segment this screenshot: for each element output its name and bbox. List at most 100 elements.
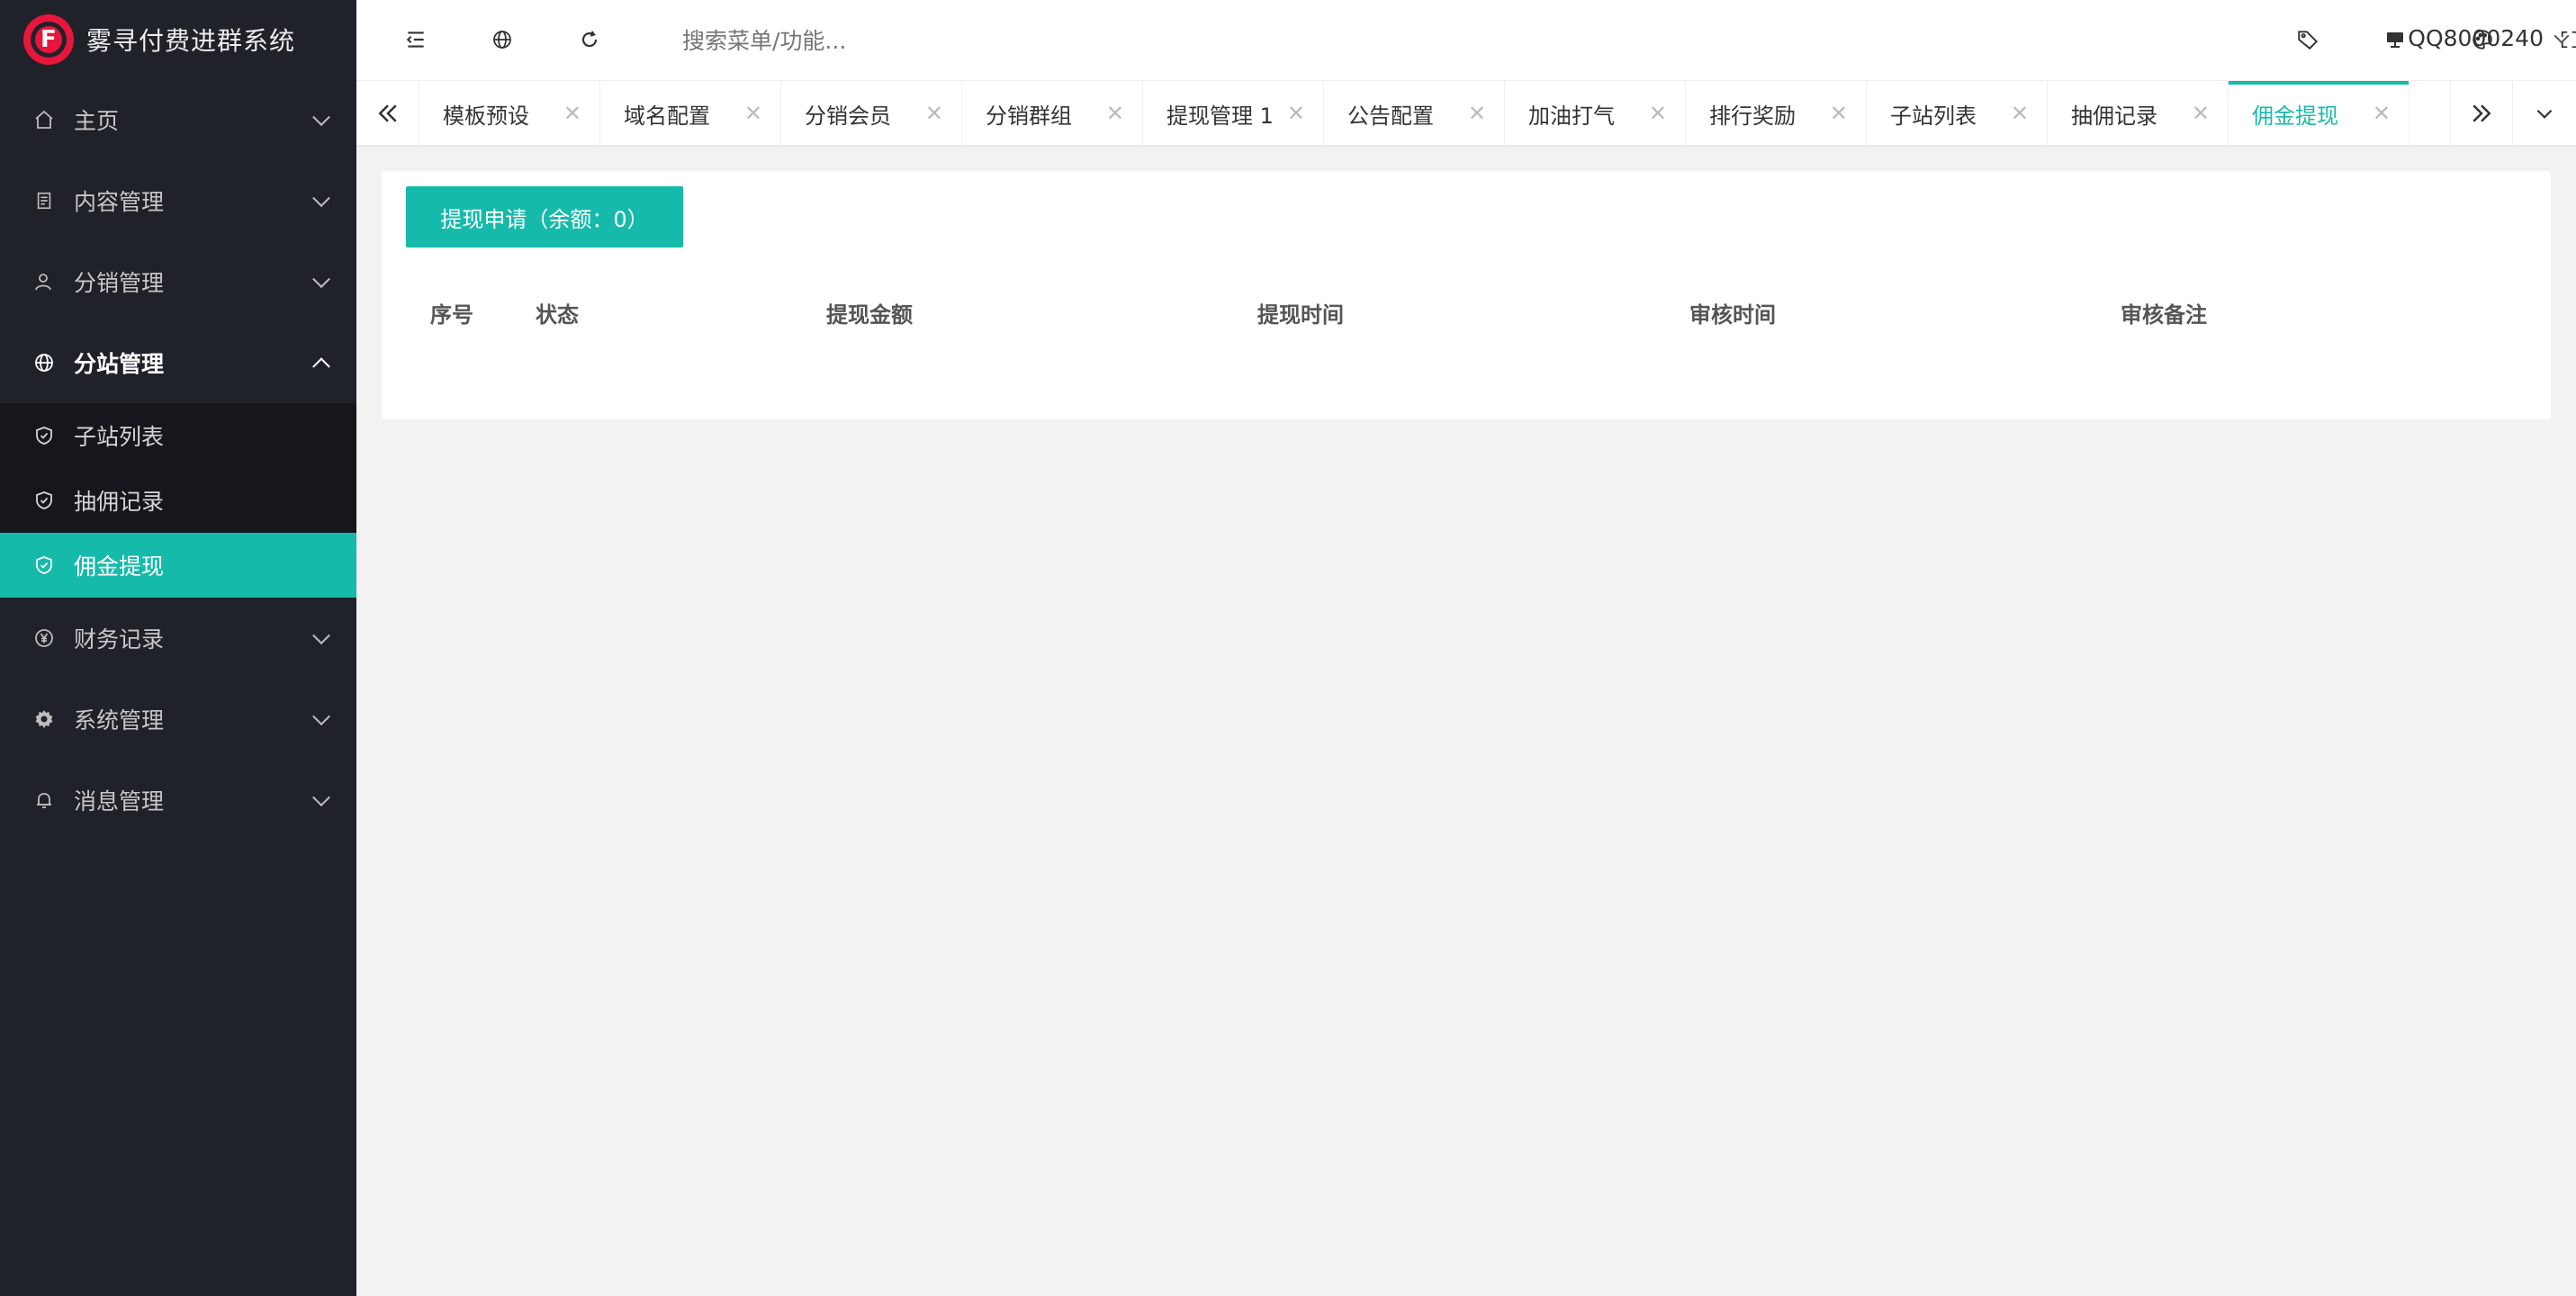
tab-label: 佣金提现 xyxy=(2252,103,2338,129)
tab-commission-record[interactable]: 抽佣记录 ✕ xyxy=(2048,81,2229,146)
tab-template-preset[interactable]: 模板预设 ✕ xyxy=(419,81,600,146)
tab-label: 子站列表 xyxy=(1890,103,1977,129)
bell-icon xyxy=(32,788,56,812)
tab-distribution-member[interactable]: 分销会员 ✕ xyxy=(781,81,962,146)
tabs-menu-chevron-down-icon[interactable] xyxy=(2513,81,2576,146)
chevron-down-icon xyxy=(312,189,330,208)
shield-check-icon xyxy=(32,554,56,577)
globe-icon[interactable] xyxy=(486,23,518,56)
yen-icon xyxy=(32,626,56,650)
sidebar: F 雾寻付费进群系统 主页 内容管理 分销管理 分站管理 子站列表 抽佣记录 佣… xyxy=(0,0,356,1296)
close-icon[interactable]: ✕ xyxy=(2192,101,2210,126)
chevron-down-icon xyxy=(2553,28,2570,43)
menu-fold-icon[interactable] xyxy=(400,23,432,56)
column-header-review-time[interactable]: 审核时间 xyxy=(1689,297,1776,328)
tag-icon[interactable] xyxy=(2292,23,2324,56)
user-menu[interactable]: QQ8000240 xyxy=(2408,25,2570,51)
sidebar-item-distribution[interactable]: 分销管理 xyxy=(0,241,356,322)
globe-icon xyxy=(32,351,56,374)
table-header: 序号 状态 提现金额 提现时间 审核时间 审核备注 xyxy=(382,297,2551,337)
content-card: 提现申请（余额：0） 序号 状态 提现金额 提现时间 审核时间 审核备注 xyxy=(382,171,2551,419)
sidebar-item-label: 佣金提现 xyxy=(74,554,165,580)
sidebar-item-commission-withdraw[interactable]: 佣金提现 xyxy=(0,533,356,598)
sidebar-item-label: 内容管理 xyxy=(74,189,165,215)
withdraw-apply-button[interactable]: 提现申请（余额：0） xyxy=(406,186,683,248)
sidebar-item-label: 分站管理 xyxy=(74,351,165,377)
sidebar-item-label: 抽佣记录 xyxy=(74,489,165,515)
search-input[interactable] xyxy=(682,23,1132,58)
brand-logo-icon: F xyxy=(23,14,74,65)
shield-check-icon xyxy=(32,424,56,447)
tab-distribution-group[interactable]: 分销群组 ✕ xyxy=(962,81,1143,146)
column-header-review-note[interactable]: 审核备注 xyxy=(2121,297,2207,328)
sidebar-item-finance[interactable]: 财务记录 xyxy=(0,598,356,679)
sidebar-item-label: 主页 xyxy=(74,108,120,134)
sidebar-item-label: 消息管理 xyxy=(74,788,165,814)
tab-cheer[interactable]: 加油打气 ✕ xyxy=(1505,81,1686,146)
tab-label: 分销会员 xyxy=(805,103,891,129)
close-icon[interactable]: ✕ xyxy=(1106,101,1124,126)
monitor-icon[interactable] xyxy=(2379,23,2411,56)
tab-strip: 模板预设 ✕ 域名配置 ✕ 分销会员 ✕ 分销群组 ✕ 提现管理 1 ✕ 公告配置 ✕ 加油… xyxy=(419,81,2409,146)
tab-withdraw-manage[interactable]: 提现管理 1 ✕ xyxy=(1143,81,1324,146)
tab-label: 模板预设 xyxy=(443,103,529,129)
column-header-withdraw-time[interactable]: 提现时间 xyxy=(1257,297,1344,328)
page-tabs: 模板预设 ✕ 域名配置 ✕ 分销会员 ✕ 分销群组 ✕ 提现管理 1 ✕ 公告配置 ✕ 加油… xyxy=(356,81,2576,146)
chevron-down-icon xyxy=(312,270,330,289)
close-icon[interactable]: ✕ xyxy=(925,101,943,126)
sidebar-item-message[interactable]: 消息管理 xyxy=(0,760,356,841)
chevron-down-icon xyxy=(312,108,330,127)
chevron-down-icon xyxy=(312,788,330,807)
tab-label: 加油打气 xyxy=(1528,103,1615,129)
tab-label: 提现管理 1 xyxy=(1166,103,1274,129)
app-title: 雾寻付费进群系统 xyxy=(86,26,296,56)
substation-submenu: 子站列表 抽佣记录 佣金提现 xyxy=(0,403,356,598)
sidebar-item-substation[interactable]: 分站管理 xyxy=(0,322,356,403)
logo[interactable]: F 雾寻付费进群系统 xyxy=(0,0,356,79)
top-header: QQ8000240 xyxy=(356,0,2576,81)
sidebar-item-content[interactable]: 内容管理 xyxy=(0,160,356,241)
close-icon[interactable]: ✕ xyxy=(1468,101,1486,126)
sidebar-item-commission-record[interactable]: 抽佣记录 xyxy=(0,468,356,533)
tabs-scroll-left-icon[interactable] xyxy=(356,81,419,146)
sidebar-menu: 主页 内容管理 分销管理 分站管理 子站列表 抽佣记录 佣金提现 财务记录 系统… xyxy=(0,79,356,841)
close-icon[interactable]: ✕ xyxy=(1830,101,1848,126)
column-header-index[interactable]: 序号 xyxy=(430,297,473,328)
shield-check-icon xyxy=(32,489,56,512)
tab-rank-reward[interactable]: 排行奖励 ✕ xyxy=(1686,81,1867,146)
tab-label: 排行奖励 xyxy=(1709,103,1796,129)
document-icon xyxy=(32,189,56,212)
gear-icon xyxy=(32,707,56,731)
close-icon[interactable]: ✕ xyxy=(1649,101,1667,126)
chevron-down-icon xyxy=(312,707,330,726)
user-icon xyxy=(32,270,56,293)
close-icon[interactable]: ✕ xyxy=(563,101,581,126)
chevron-up-icon xyxy=(312,357,330,376)
refresh-icon[interactable] xyxy=(573,23,606,56)
tab-label: 抽佣记录 xyxy=(2071,103,2157,129)
tab-domain-config[interactable]: 域名配置 ✕ xyxy=(600,81,781,146)
home-icon xyxy=(32,108,56,131)
tab-substation-list[interactable]: 子站列表 ✕ xyxy=(1867,81,2048,146)
tab-label: 分销群组 xyxy=(986,103,1072,129)
tab-label: 域名配置 xyxy=(624,103,710,129)
tab-notice-config[interactable]: 公告配置 ✕ xyxy=(1324,81,1505,146)
column-header-amount[interactable]: 提现金额 xyxy=(826,297,913,328)
sidebar-item-system[interactable]: 系统管理 xyxy=(0,679,356,760)
column-header-status[interactable]: 状态 xyxy=(536,297,579,328)
sidebar-item-label: 系统管理 xyxy=(74,707,165,734)
sidebar-item-label: 财务记录 xyxy=(74,626,165,652)
user-name: QQ8000240 xyxy=(2408,25,2544,51)
sidebar-item-substation-list[interactable]: 子站列表 xyxy=(0,403,356,468)
sidebar-item-label: 子站列表 xyxy=(74,424,165,450)
tab-commission-withdraw[interactable]: 佣金提现 ✕ xyxy=(2229,81,2409,146)
sidebar-item-label: 分销管理 xyxy=(74,270,165,296)
tabs-scroll-right-icon[interactable] xyxy=(2450,81,2513,146)
chevron-down-icon xyxy=(312,626,330,645)
sidebar-item-home[interactable]: 主页 xyxy=(0,79,356,160)
close-icon[interactable]: ✕ xyxy=(1287,101,1305,126)
close-icon[interactable]: ✕ xyxy=(744,101,762,126)
close-icon[interactable]: ✕ xyxy=(2011,101,2029,126)
close-icon[interactable]: ✕ xyxy=(2373,101,2391,126)
tab-label: 公告配置 xyxy=(1347,103,1434,129)
